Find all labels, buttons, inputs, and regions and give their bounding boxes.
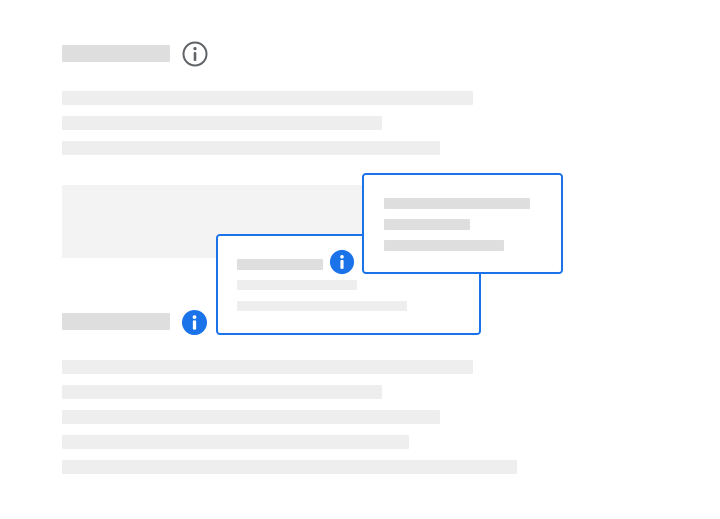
text-line-placeholder [62,91,473,105]
info-filled-icon[interactable] [329,249,355,275]
tooltip-title-placeholder [237,259,323,270]
tooltip-line-placeholder [384,240,504,251]
tooltip-popover [362,173,563,274]
text-line-placeholder [62,460,517,474]
info-filled-icon[interactable] [181,309,208,336]
info-outline-icon[interactable] [181,40,209,68]
tooltip-line-placeholder [237,280,357,290]
text-line-placeholder [62,435,409,449]
text-line-placeholder [62,385,382,399]
text-line-placeholder [62,116,382,130]
text-line-placeholder [62,410,440,424]
tooltip-line-placeholder [237,301,407,311]
section-2-title-placeholder [62,313,170,330]
text-line-placeholder [62,360,473,374]
text-line-placeholder [62,141,440,155]
tooltip-line-placeholder [384,219,470,230]
section-1-title-placeholder [62,45,170,62]
tooltip-line-placeholder [384,198,530,209]
